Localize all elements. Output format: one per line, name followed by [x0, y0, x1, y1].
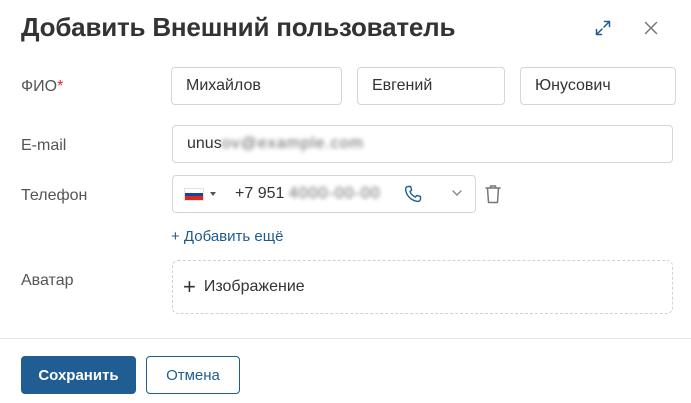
middle-name-value: Юнусович	[535, 77, 611, 94]
save-button[interactable]: Сохранить	[21, 356, 136, 394]
cancel-button[interactable]: Отмена	[146, 356, 240, 394]
russia-flag-icon[interactable]	[184, 188, 204, 201]
phone-value-obscured: 4000-00-00	[288, 185, 381, 202]
first-name-field[interactable]: Евгений	[357, 67, 505, 105]
trash-icon[interactable]	[483, 183, 503, 205]
fio-label: ФИО*	[21, 78, 63, 96]
expand-icon	[595, 20, 611, 36]
email-value-visible: unus	[187, 135, 222, 152]
phone-label: Телефон	[21, 187, 88, 204]
phone-input[interactable]: +7 951 4000-00-00	[235, 185, 381, 203]
avatar-label: Аватар	[21, 272, 74, 289]
email-field[interactable]: unus ov@example.com	[172, 125, 673, 163]
close-button[interactable]	[640, 17, 662, 39]
email-value-obscured: ov@example.com	[221, 135, 364, 152]
phone-field: +7 951 4000-00-00	[172, 175, 476, 213]
close-icon	[644, 21, 658, 35]
country-dropdown-icon[interactable]	[210, 192, 216, 196]
footer-divider	[0, 338, 691, 339]
avatar-upload-area[interactable]: + Изображение	[172, 260, 673, 314]
last-name-field[interactable]: Михайлов	[171, 67, 342, 105]
add-phone-link[interactable]: + Добавить ещё	[171, 228, 283, 245]
plus-icon: +	[183, 274, 196, 299]
chevron-down-icon[interactable]	[451, 187, 463, 199]
fio-label-text: ФИО	[21, 78, 58, 95]
last-name-value: Михайлов	[186, 77, 261, 94]
phone-icon[interactable]	[403, 184, 423, 204]
dialog-title: Добавить Внешний пользователь	[21, 12, 456, 42]
middle-name-field[interactable]: Юнусович	[520, 67, 676, 105]
expand-button[interactable]	[592, 17, 614, 39]
required-mark: *	[57, 78, 64, 95]
avatar-upload-label: Изображение	[203, 278, 305, 295]
add-external-user-dialog: Добавить Внешний пользователь ФИО* Михай…	[0, 0, 691, 403]
first-name-value: Евгений	[372, 77, 433, 94]
email-label: E-mail	[21, 137, 67, 154]
phone-value-visible: +7 951	[235, 185, 285, 202]
